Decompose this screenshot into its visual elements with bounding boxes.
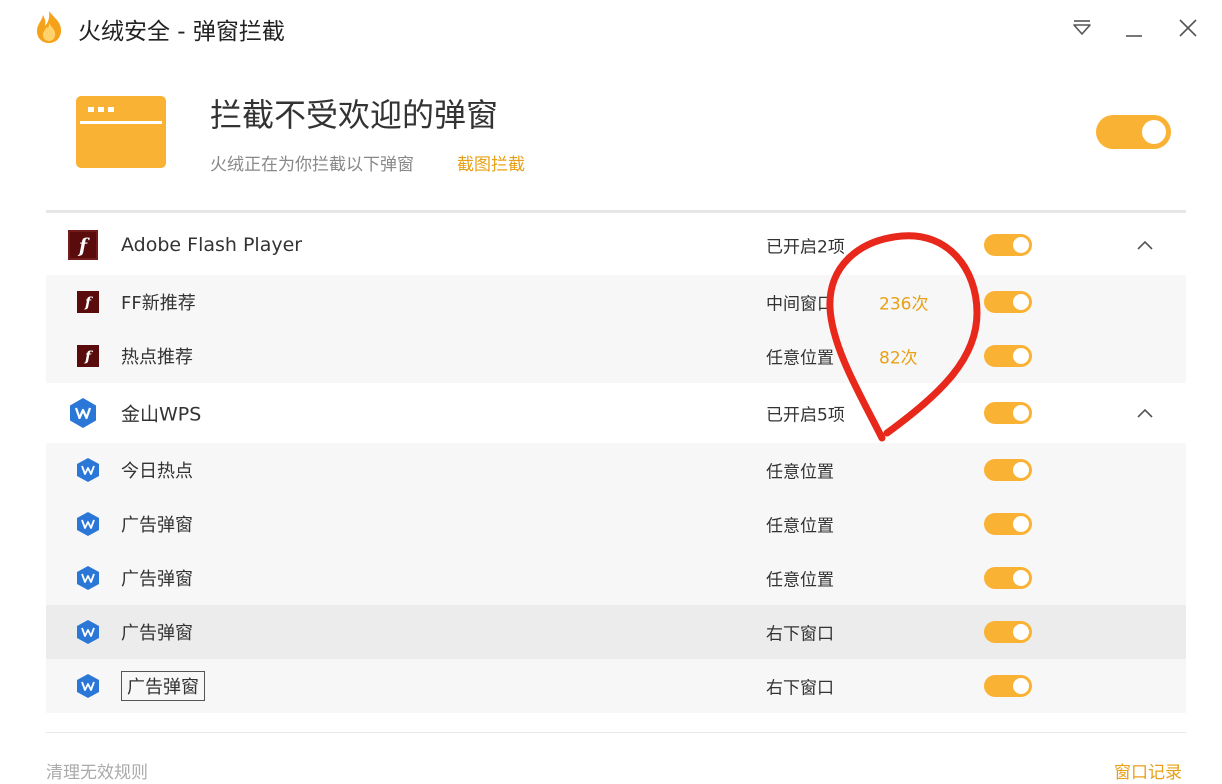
rule-row[interactable]: f FF新推荐 中间窗口 236次 [46, 275, 1186, 329]
popup-window-icon [76, 96, 166, 168]
rule-toggle[interactable] [984, 345, 1032, 367]
rule-position: 右下窗口 [766, 624, 834, 645]
master-toggle[interactable] [1096, 115, 1171, 149]
rule-row[interactable]: 广告弹窗 任意位置 [46, 497, 1186, 551]
rule-position: 任意位置 [766, 462, 834, 483]
rule-position: 任意位置 [766, 348, 834, 369]
rule-name: 广告弹窗 [121, 623, 193, 644]
group-name: 金山WPS [121, 403, 202, 426]
rule-name: 广告弹窗 [121, 515, 193, 536]
group-toggle[interactable] [984, 402, 1032, 424]
rule-toggle[interactable] [984, 675, 1032, 697]
rule-name: FF新推荐 [121, 293, 196, 314]
rule-position: 任意位置 [766, 516, 834, 537]
page-title: 拦截不受欢迎的弹窗 [210, 96, 499, 134]
wps-icon [77, 512, 99, 536]
close-icon[interactable] [1172, 12, 1204, 44]
group-name: Adobe Flash Player [121, 234, 303, 256]
group-row-wps[interactable]: 金山WPS 已开启5项 [46, 386, 1186, 440]
wps-icon [77, 620, 99, 644]
huorong-flame-icon [37, 11, 62, 43]
rule-toggle[interactable] [984, 621, 1032, 643]
flash-player-icon: f [68, 230, 98, 260]
rule-name: 广告弹窗 [121, 569, 193, 590]
dropdown-menu-icon[interactable] [1066, 12, 1098, 44]
minimize-icon[interactable] [1118, 12, 1150, 44]
rule-toggle[interactable] [984, 513, 1032, 535]
footer-divider [46, 732, 1186, 733]
rule-row[interactable]: 广告弹窗 右下窗口 [46, 605, 1186, 659]
rule-position: 任意位置 [766, 570, 834, 591]
title-bar: 火绒安全 - 弹窗拦截 [0, 0, 1222, 56]
clear-invalid-rules-link[interactable]: 清理无效规则 [46, 758, 148, 783]
window-log-link[interactable]: 窗口记录 [1114, 758, 1182, 783]
wps-icon [70, 398, 96, 428]
wps-icon [77, 674, 99, 698]
group-status: 已开启5项 [766, 405, 845, 426]
wps-icon [77, 458, 99, 482]
page-subtitle: 火绒正在为你拦截以下弹窗 [210, 155, 414, 175]
section-divider [46, 210, 1186, 213]
group-status: 已开启2项 [766, 237, 845, 258]
rule-position: 中间窗口 [766, 294, 834, 315]
wps-icon [77, 566, 99, 590]
rule-block-count: 82次 [879, 348, 918, 369]
chevron-up-icon[interactable] [1136, 407, 1154, 419]
rule-row[interactable]: f 热点推荐 任意位置 82次 [46, 329, 1186, 383]
screenshot-block-link[interactable]: 截图拦截 [457, 150, 525, 175]
rule-row[interactable]: 广告弹窗 右下窗口 [46, 659, 1186, 713]
rule-toggle[interactable] [984, 459, 1032, 481]
rule-toggle[interactable] [984, 567, 1032, 589]
rule-row[interactable]: 今日热点 任意位置 [46, 443, 1186, 497]
rule-position: 右下窗口 [766, 678, 834, 699]
group-toggle[interactable] [984, 234, 1032, 256]
window-title: 火绒安全 - 弹窗拦截 [78, 19, 285, 45]
flash-player-icon: f [77, 345, 99, 367]
group-row-flash[interactable]: f Adobe Flash Player 已开启2项 [46, 218, 1186, 272]
rule-name: 广告弹窗 [121, 671, 205, 701]
rule-toggle[interactable] [984, 291, 1032, 313]
chevron-up-icon[interactable] [1136, 239, 1154, 251]
rule-block-count: 236次 [879, 294, 929, 315]
rule-row[interactable]: 广告弹窗 任意位置 [46, 551, 1186, 605]
flash-player-icon: f [77, 291, 99, 313]
rule-name: 热点推荐 [121, 347, 193, 368]
rule-name: 今日热点 [121, 461, 193, 482]
